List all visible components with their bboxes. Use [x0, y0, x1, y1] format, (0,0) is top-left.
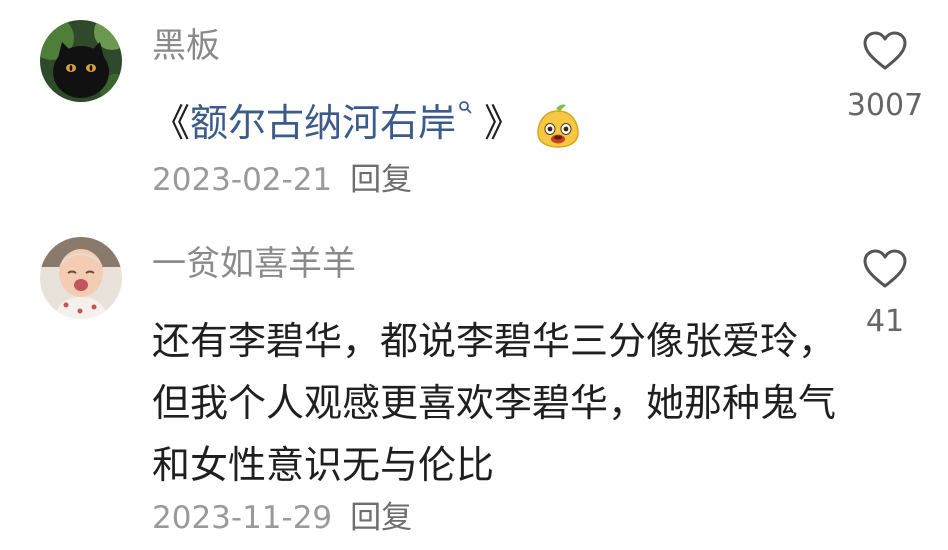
book-title-prefix: 《	[152, 101, 191, 145]
comment-text: 《额尔古纳河右岸 》	[152, 92, 582, 154]
comment-item: 黑板 《额尔古纳河右岸 》 2023-02-21 回复 3007	[0, 0, 948, 230]
comment-date: 2023-02-21	[152, 162, 333, 198]
like-button[interactable]: 41	[835, 248, 935, 340]
book-title-suffix: 》	[472, 101, 523, 145]
username[interactable]: 一贫如喜羊羊	[152, 244, 356, 284]
avatar[interactable]	[40, 20, 122, 102]
username[interactable]: 黑板	[152, 26, 220, 66]
reply-button[interactable]: 回复	[350, 162, 412, 198]
crying-baby-avatar-icon	[40, 237, 122, 319]
comment-date: 2023-11-29	[152, 500, 333, 536]
comment-meta: 2023-02-21 回复	[152, 160, 412, 200]
black-cat-avatar-icon	[40, 20, 122, 102]
like-count: 3007	[846, 88, 924, 123]
reply-button[interactable]: 回复	[350, 500, 412, 536]
heart-icon[interactable]	[862, 30, 908, 72]
search-icon	[459, 101, 472, 114]
comment-text: 还有李碧华，都说李碧华三分像张爱玲，但我个人观感更喜欢李碧华，她那种鬼气和女性意…	[152, 319, 837, 487]
comment-item: 一贫如喜羊羊 还有李碧华，都说李碧华三分像张爱玲，但我个人观感更喜欢李碧华，她那…	[0, 230, 948, 550]
heart-icon[interactable]	[862, 248, 908, 290]
book-link[interactable]: 额尔古纳河右岸	[190, 101, 472, 145]
like-count: 41	[865, 304, 905, 339]
comment-meta: 2023-11-29 回复	[152, 498, 412, 538]
book-title-link[interactable]: 额尔古纳河右岸	[190, 101, 456, 145]
yellow-pear-face-emoji-icon	[537, 104, 579, 148]
avatar[interactable]	[40, 237, 122, 319]
like-button[interactable]: 3007	[835, 30, 935, 124]
